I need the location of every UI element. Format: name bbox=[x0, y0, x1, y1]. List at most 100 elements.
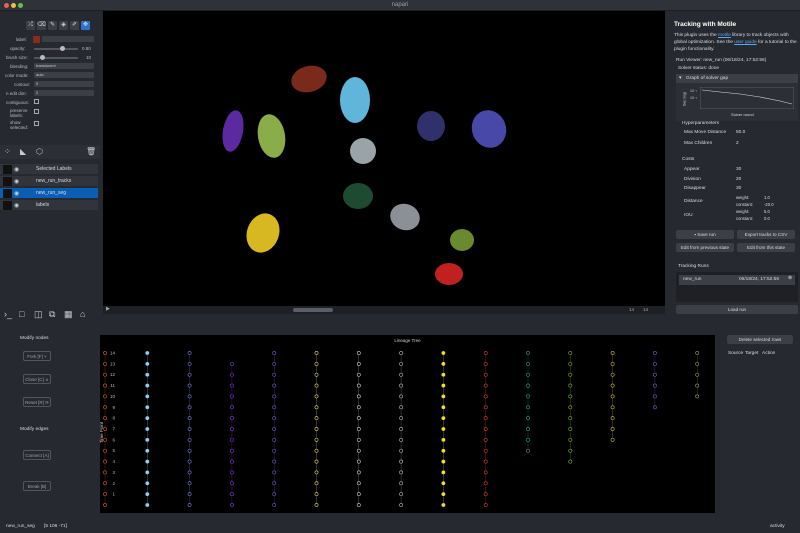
lineage-node[interactable] bbox=[483, 383, 488, 388]
load-run-button[interactable]: Load run bbox=[676, 305, 798, 314]
lineage-node[interactable] bbox=[483, 405, 488, 410]
lineage-node[interactable] bbox=[272, 459, 277, 464]
label-value-input[interactable] bbox=[42, 36, 94, 42]
lineage-node[interactable] bbox=[399, 448, 404, 453]
lineage-node[interactable] bbox=[145, 372, 150, 377]
viewer-canvas[interactable]: ▶ 14 14 bbox=[103, 11, 665, 314]
break-button[interactable]: Break [B] bbox=[23, 481, 51, 491]
delete-selected-rows-button[interactable]: Delete selected rows bbox=[727, 335, 793, 344]
lineage-node[interactable] bbox=[526, 416, 530, 421]
lineage-node[interactable] bbox=[568, 351, 573, 355]
layer-row[interactable]: ◉ new_run_tracks bbox=[0, 176, 98, 187]
delete-run-icon[interactable]: ⊗ bbox=[788, 276, 792, 281]
lineage-node[interactable] bbox=[526, 427, 530, 431]
lineage-node[interactable] bbox=[653, 361, 657, 366]
lineage-node[interactable] bbox=[483, 470, 488, 475]
lineage-node[interactable] bbox=[356, 394, 361, 399]
home-icon[interactable]: ⌂ bbox=[80, 309, 85, 319]
lineage-node[interactable] bbox=[272, 405, 277, 410]
lineage-node[interactable] bbox=[272, 481, 277, 486]
lineage-node[interactable] bbox=[568, 372, 573, 377]
lineage-node[interactable] bbox=[229, 416, 234, 421]
lineage-node[interactable] bbox=[314, 416, 319, 421]
lineage-node[interactable] bbox=[568, 361, 573, 366]
lineage-node[interactable] bbox=[272, 427, 277, 431]
lineage-node[interactable] bbox=[483, 416, 488, 421]
lineage-node[interactable] bbox=[356, 448, 361, 453]
lineage-node[interactable] bbox=[272, 361, 277, 366]
lineage-node[interactable] bbox=[272, 448, 277, 453]
lineage-node[interactable] bbox=[526, 394, 530, 399]
lineage-node[interactable] bbox=[695, 351, 700, 355]
lineage-node[interactable] bbox=[356, 481, 361, 486]
lineage-node[interactable] bbox=[229, 383, 234, 388]
lineage-node[interactable] bbox=[568, 405, 573, 410]
lineage-node[interactable] bbox=[187, 427, 192, 431]
paint-brush-icon[interactable]: ✎ bbox=[48, 21, 57, 30]
eye-icon[interactable]: ◉ bbox=[14, 166, 19, 173]
lineage-node[interactable] bbox=[187, 383, 192, 388]
lineage-node[interactable] bbox=[483, 448, 488, 453]
eye-icon[interactable]: ◉ bbox=[14, 202, 19, 209]
lineage-node[interactable] bbox=[314, 448, 319, 453]
lineage-node[interactable] bbox=[610, 416, 615, 421]
lineage-node[interactable] bbox=[229, 503, 234, 507]
lineage-node[interactable] bbox=[483, 372, 488, 377]
lineage-node[interactable] bbox=[314, 459, 319, 464]
lineage-node[interactable] bbox=[103, 459, 107, 464]
lineage-node[interactable] bbox=[610, 427, 615, 431]
lineage-node[interactable] bbox=[229, 361, 234, 366]
lineage-node[interactable] bbox=[356, 351, 361, 355]
layer-row[interactable]: ◉ Selected Labels bbox=[0, 164, 98, 175]
roll-dims-icon[interactable]: ◫ bbox=[34, 309, 43, 320]
lineage-node[interactable] bbox=[145, 405, 150, 410]
lineage-node[interactable] bbox=[314, 492, 319, 497]
eraser-icon[interactable]: ⌫ bbox=[37, 21, 46, 30]
lineage-node[interactable] bbox=[356, 459, 361, 464]
lineage-node[interactable] bbox=[103, 405, 107, 410]
lineage-node[interactable] bbox=[314, 361, 319, 366]
lineage-node[interactable] bbox=[695, 372, 700, 377]
lineage-node[interactable] bbox=[399, 481, 404, 486]
lineage-node[interactable] bbox=[229, 437, 234, 442]
list-item[interactable]: new_run 06/18/24, 17:52:56 ⊗ bbox=[679, 275, 795, 285]
lineage-node[interactable] bbox=[187, 361, 192, 366]
lineage-node[interactable] bbox=[272, 372, 277, 377]
lineage-node[interactable] bbox=[356, 437, 361, 442]
lineage-node[interactable] bbox=[483, 503, 488, 507]
lineage-node[interactable] bbox=[103, 394, 107, 399]
close-button[interactable]: Close [C] ⨯ bbox=[23, 374, 51, 384]
lineage-node[interactable] bbox=[187, 416, 192, 421]
fork-button[interactable]: Fork [F] ⑂ bbox=[23, 351, 51, 361]
lineage-node[interactable] bbox=[441, 383, 446, 388]
export-csv-button[interactable]: Export tracks to CSV bbox=[737, 230, 795, 239]
lineage-node[interactable] bbox=[441, 351, 446, 355]
lineage-node[interactable] bbox=[145, 503, 150, 507]
lineage-node[interactable] bbox=[187, 394, 192, 399]
lineage-node[interactable] bbox=[103, 503, 107, 507]
lineage-node[interactable] bbox=[653, 351, 657, 355]
lineage-node[interactable] bbox=[229, 427, 234, 431]
shuffle-icon[interactable]: ⤮ bbox=[26, 21, 35, 30]
lineage-node[interactable] bbox=[568, 427, 573, 431]
lineage-node[interactable] bbox=[441, 361, 446, 366]
lineage-node[interactable] bbox=[399, 361, 404, 366]
lineage-node[interactable] bbox=[272, 470, 277, 475]
grid-icon[interactable]: ▦ bbox=[64, 309, 73, 320]
lineage-node[interactable] bbox=[229, 459, 234, 464]
lineage-node[interactable] bbox=[187, 448, 192, 453]
graph-collapsible-header[interactable]: ▾ Graph of solver gap bbox=[676, 74, 798, 83]
labels-layer-icon[interactable]: ⬡ bbox=[36, 147, 43, 156]
lineage-node[interactable] bbox=[103, 361, 107, 366]
lineage-node[interactable] bbox=[526, 405, 530, 410]
lineage-node[interactable] bbox=[441, 437, 446, 442]
lineage-node[interactable] bbox=[610, 372, 615, 377]
lineage-node[interactable] bbox=[399, 503, 404, 507]
lineage-node[interactable] bbox=[145, 416, 150, 421]
reset-button[interactable]: Reset [R] ⟳ bbox=[23, 397, 51, 407]
edit-previous-state-button[interactable]: Edit from previous state bbox=[676, 243, 734, 252]
lineage-node[interactable] bbox=[610, 394, 615, 399]
lineage-node[interactable] bbox=[526, 351, 530, 355]
layer-row[interactable]: ◉ labels bbox=[0, 200, 98, 211]
lineage-node[interactable] bbox=[483, 492, 488, 497]
